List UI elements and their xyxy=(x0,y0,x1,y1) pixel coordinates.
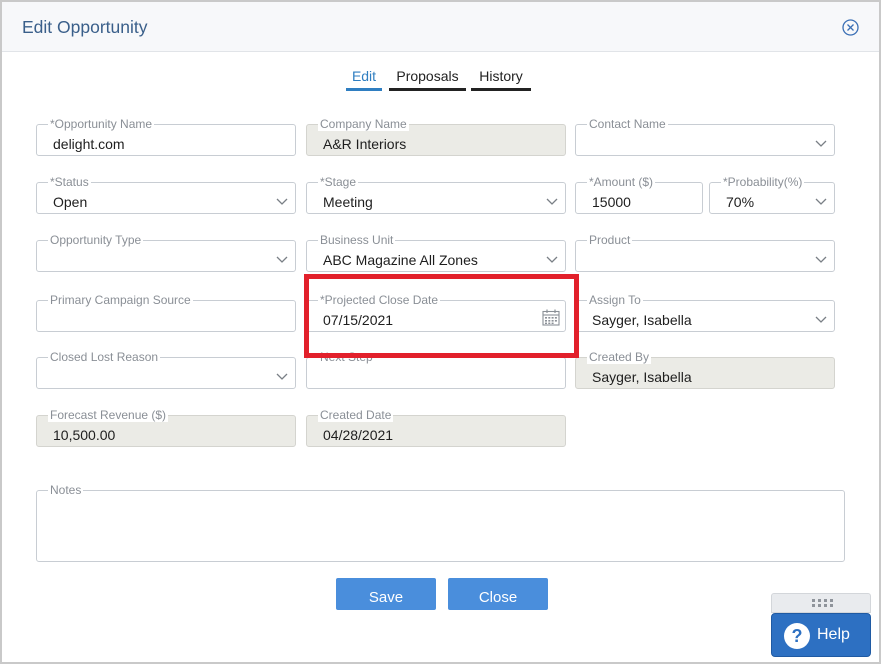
probability-label: *Probability(%) xyxy=(721,175,805,189)
business-unit-label: Business Unit xyxy=(318,233,396,247)
help-label: Help xyxy=(817,626,850,643)
chevron-down-icon xyxy=(276,198,288,205)
close-icon[interactable] xyxy=(842,19,859,36)
created-date-value: 04/28/2021 xyxy=(323,427,394,443)
grip-icon xyxy=(812,599,833,607)
assign-to-select[interactable]: Assign To Sayger, Isabella xyxy=(575,294,835,332)
forecast-revenue-label: Forecast Revenue ($) xyxy=(48,408,169,422)
tab-history[interactable]: History xyxy=(471,66,531,91)
opportunity-type-select[interactable]: Opportunity Type xyxy=(36,234,296,272)
company-name-value: A&R Interiors xyxy=(323,136,407,152)
projected-close-date-value: 07/15/2021 xyxy=(323,312,394,328)
chevron-down-icon xyxy=(815,256,827,263)
calendar-icon[interactable] xyxy=(542,309,560,326)
amount-label: *Amount ($) xyxy=(587,175,656,189)
opportunity-name-label: *Opportunity Name xyxy=(48,117,155,131)
modal-header: Edit Opportunity xyxy=(2,2,879,52)
stage-select[interactable]: *Stage Meeting xyxy=(306,176,566,214)
status-label: *Status xyxy=(48,175,91,189)
chevron-down-icon xyxy=(815,316,827,323)
company-name-label: Company Name xyxy=(318,117,409,131)
notes-textarea[interactable]: Notes xyxy=(36,484,845,562)
stage-value: Meeting xyxy=(323,194,373,210)
probability-value: 70% xyxy=(726,194,755,210)
opportunity-name-field[interactable]: *Opportunity Name delight.com xyxy=(36,118,296,156)
tab-edit[interactable]: Edit xyxy=(346,66,382,91)
forecast-revenue-value: 10,500.00 xyxy=(53,427,116,443)
status-value: Open xyxy=(53,194,88,210)
amount-value: 15000 xyxy=(592,194,631,210)
stage-label: *Stage xyxy=(318,175,359,189)
edit-opportunity-modal: Edit Opportunity Edit Proposals History … xyxy=(0,0,881,664)
opportunity-type-label: Opportunity Type xyxy=(48,233,144,247)
close-button[interactable]: Close xyxy=(448,578,548,610)
amount-field[interactable]: *Amount ($) 15000 xyxy=(575,176,703,214)
next-step-label: Next Step xyxy=(318,350,375,364)
opportunity-name-value: delight.com xyxy=(53,136,125,152)
chevron-down-icon xyxy=(276,373,288,380)
business-unit-value: ABC Magazine All Zones xyxy=(323,252,478,268)
projected-close-date-label: *Projected Close Date xyxy=(318,293,441,307)
chevron-down-icon xyxy=(546,198,558,205)
contact-name-label: Contact Name xyxy=(587,117,668,131)
chevron-down-icon xyxy=(815,140,827,147)
chevron-down-icon xyxy=(815,198,827,205)
tab-proposals[interactable]: Proposals xyxy=(389,66,466,91)
business-unit-select[interactable]: Business Unit ABC Magazine All Zones xyxy=(306,234,566,272)
product-select[interactable]: Product xyxy=(575,234,835,272)
modal-title: Edit Opportunity xyxy=(22,17,148,37)
chevron-down-icon xyxy=(546,256,558,263)
created-by-label: Created By xyxy=(587,350,652,364)
primary-campaign-source-label: Primary Campaign Source xyxy=(48,293,193,307)
company-name-field: Company Name A&R Interiors xyxy=(306,118,566,156)
notes-label: Notes xyxy=(48,483,84,497)
closed-lost-reason-select[interactable]: Closed Lost Reason xyxy=(36,351,296,389)
forecast-revenue-field: Forecast Revenue ($) 10,500.00 xyxy=(36,409,296,447)
product-label: Product xyxy=(587,233,633,247)
closed-lost-reason-label: Closed Lost Reason xyxy=(48,350,161,364)
status-select[interactable]: *Status Open xyxy=(36,176,296,214)
help-button[interactable]: ? Help xyxy=(771,613,871,657)
created-by-value: Sayger, Isabella xyxy=(592,369,692,385)
help-drag-handle[interactable] xyxy=(771,593,871,613)
next-step-field[interactable]: Next Step xyxy=(306,351,566,389)
probability-select[interactable]: *Probability(%) 70% xyxy=(709,176,835,214)
contact-name-select[interactable]: Contact Name xyxy=(575,118,835,156)
primary-campaign-source-field[interactable]: Primary Campaign Source xyxy=(36,294,296,332)
tab-bar: Edit Proposals History xyxy=(2,66,879,92)
projected-close-date-field[interactable]: *Projected Close Date 07/15/2021 xyxy=(306,294,566,332)
assign-to-label: Assign To xyxy=(587,293,643,307)
created-by-field: Created By Sayger, Isabella xyxy=(575,351,835,389)
help-icon: ? xyxy=(784,623,810,649)
chevron-down-icon xyxy=(276,256,288,263)
save-button[interactable]: Save xyxy=(336,578,436,610)
created-date-field: Created Date 04/28/2021 xyxy=(306,409,566,447)
created-date-label: Created Date xyxy=(318,408,394,422)
assign-to-value: Sayger, Isabella xyxy=(592,312,692,328)
